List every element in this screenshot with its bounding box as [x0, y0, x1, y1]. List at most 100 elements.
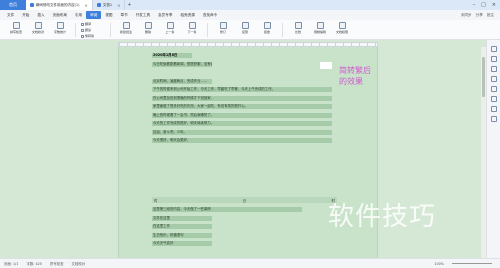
- document-body[interactable]: 2020年1月8日 今日吃饭看剧看新闻，很是舒服，没有做的…… 北京时间，凌晨两…: [152, 53, 332, 147]
- search-command[interactable]: 查找命令: [199, 11, 221, 19]
- button-label: 新建批注: [119, 30, 132, 34]
- next-comment-button[interactable]: 下一条: [182, 22, 202, 34]
- menu-item[interactable]: 视图: [101, 11, 116, 19]
- menu-item-review[interactable]: 审阅: [86, 11, 102, 19]
- button-label: 繁转简: [85, 34, 95, 38]
- left-margin-area: [0, 40, 118, 258]
- delete-icon: [144, 22, 152, 29]
- lock-icon: [316, 22, 324, 29]
- document-tab-label: 文档1: [102, 2, 113, 7]
- new-comment-button[interactable]: 新建批注: [116, 22, 136, 34]
- style-icon[interactable]: [490, 46, 497, 52]
- ribbon-toolbar: 拼写检查 文档校对 字数统计 翻译 朗读 繁转简 新建批注 删除 上一条 下一条…: [0, 20, 500, 40]
- menu-item[interactable]: 插入: [33, 11, 48, 19]
- document-tab-label: 瞬间修改文件前面的内容(1): [36, 2, 80, 7]
- button-label: 修订: [219, 30, 226, 34]
- paragraph-line: 今天很好，明天会更好。: [152, 138, 332, 143]
- compare-button[interactable]: 比较: [288, 22, 308, 34]
- menu-item[interactable]: 文件: [3, 11, 18, 19]
- paragraph-line: 北京时间，凌晨两点，完成作业……: [152, 78, 212, 84]
- button-label: 限制编辑: [313, 30, 326, 34]
- new-tab-button[interactable]: +: [125, 2, 133, 8]
- properties-icon[interactable]: [490, 76, 497, 82]
- navigation-icon[interactable]: [490, 86, 497, 92]
- menu-item[interactable]: 页面布局: [49, 11, 71, 19]
- document-heading: 2020年1月8日: [152, 53, 192, 58]
- prev-comment-button[interactable]: 上一条: [160, 22, 180, 34]
- ribbon-divider: [110, 23, 111, 37]
- button-label: 文档权限: [335, 30, 348, 34]
- close-window-icon[interactable]: ×: [492, 2, 496, 8]
- accept-button[interactable]: 接受: [235, 22, 255, 34]
- document-tab[interactable]: 瞬间修改文件前面的内容(1) ×: [26, 0, 93, 10]
- document-tab[interactable]: 文档1 ×: [93, 0, 126, 10]
- ribbon-divider: [207, 23, 208, 37]
- close-icon[interactable]: ×: [84, 3, 87, 8]
- shape-icon[interactable]: [490, 66, 497, 72]
- translate-icon: [81, 22, 84, 26]
- button-label: 翻译: [85, 22, 92, 26]
- select-icon[interactable]: [490, 56, 497, 62]
- menu-item[interactable]: 开发工具: [132, 11, 154, 19]
- read-aloud-button[interactable]: 朗读: [81, 28, 105, 32]
- button-label: 文档校对: [31, 30, 44, 34]
- home-tab[interactable]: 首页: [0, 0, 26, 10]
- menu-bar: 文件 开始 插入 页面布局 引用 审阅 视图 章节 开发工具 会员专享 稻壳资源…: [0, 10, 500, 20]
- comment-icon: [122, 22, 130, 29]
- button-label: 拼写检查: [9, 30, 22, 34]
- zoom-slider[interactable]: [452, 263, 492, 264]
- button-label: 接受: [241, 30, 248, 34]
- button-label: 朗读: [85, 28, 92, 32]
- spell-check-button[interactable]: 拼写检查: [6, 22, 26, 34]
- help-icon[interactable]: [490, 116, 497, 122]
- backup-icon[interactable]: [490, 96, 497, 102]
- translate-button[interactable]: 翻译: [81, 22, 105, 26]
- doc-check-button[interactable]: 文档校对: [28, 22, 48, 34]
- minimize-icon[interactable]: –: [473, 2, 476, 8]
- paragraph-line: 在这里工作: [152, 224, 212, 229]
- word-count-button[interactable]: 字数统计: [50, 22, 70, 34]
- share-icon[interactable]: [490, 106, 497, 112]
- sync-status[interactable]: 未同步: [461, 13, 472, 18]
- delete-comment-button[interactable]: 删除: [138, 22, 158, 34]
- spell-check-status[interactable]: 拼写检查: [50, 261, 64, 266]
- menu-item[interactable]: 引用: [71, 11, 86, 19]
- reject-button[interactable]: 拒绝: [257, 22, 277, 34]
- document-icon: [96, 3, 101, 7]
- paragraph-line: 加油，奋斗吧，少年。: [152, 129, 332, 135]
- button-label: 下一条: [187, 30, 197, 34]
- menu-item[interactable]: 稻壳资源: [176, 11, 198, 19]
- doc-check-icon: [34, 22, 42, 29]
- scrollbar-thumb[interactable]: [482, 57, 485, 97]
- ribbon-divider: [75, 23, 76, 37]
- language-tools: 翻译 朗读 繁转简: [81, 22, 105, 38]
- zoom-level[interactable]: 100%: [434, 262, 444, 266]
- trad-to-simp-button[interactable]: 繁转简: [81, 34, 105, 38]
- title-bar: 首页 瞬间修改文件前面的内容(1) × 文档1 × + – □ ×: [0, 0, 500, 10]
- restrict-edit-button[interactable]: 限制编辑: [310, 22, 330, 34]
- ruler-ticks: [119, 43, 377, 46]
- comment-button[interactable]: 批注: [487, 13, 494, 18]
- document-tail[interactable]: 这是第三段的内容，今天做了一些事情 文件在这里 在这里工作 生日快乐，祝福语句 …: [152, 207, 332, 250]
- track-changes-button[interactable]: 修订: [213, 22, 233, 34]
- reject-icon: [263, 22, 271, 29]
- permission-icon: [338, 22, 346, 29]
- close-icon[interactable]: ×: [117, 3, 120, 8]
- doc-check-status[interactable]: 文档校对: [72, 261, 86, 266]
- word-count[interactable]: 字数: 425: [26, 261, 41, 266]
- menu-item[interactable]: 开始: [18, 11, 33, 19]
- arrow-up-icon: [166, 22, 174, 29]
- word-count-icon: [56, 22, 64, 29]
- maximize-icon[interactable]: □: [481, 2, 486, 8]
- table-cell: 时: [154, 198, 158, 203]
- table-row: 时 日 时: [152, 197, 337, 203]
- paragraph-line: 家里面做了很多好吃的东西，大家一起吃，有说有笑的很开心。: [152, 104, 332, 109]
- menu-item[interactable]: 章节: [117, 11, 132, 19]
- page-indicator[interactable]: 页面: 1/1: [4, 261, 18, 266]
- watermark: 软件技巧: [328, 202, 437, 232]
- paragraph-line: 生日快乐，祝福语句: [152, 232, 212, 238]
- share-button[interactable]: 分享: [476, 13, 483, 18]
- menu-item[interactable]: 会员专享: [154, 11, 176, 19]
- doc-permission-button[interactable]: 文档权限: [332, 22, 352, 34]
- ribbon-divider: [282, 23, 283, 37]
